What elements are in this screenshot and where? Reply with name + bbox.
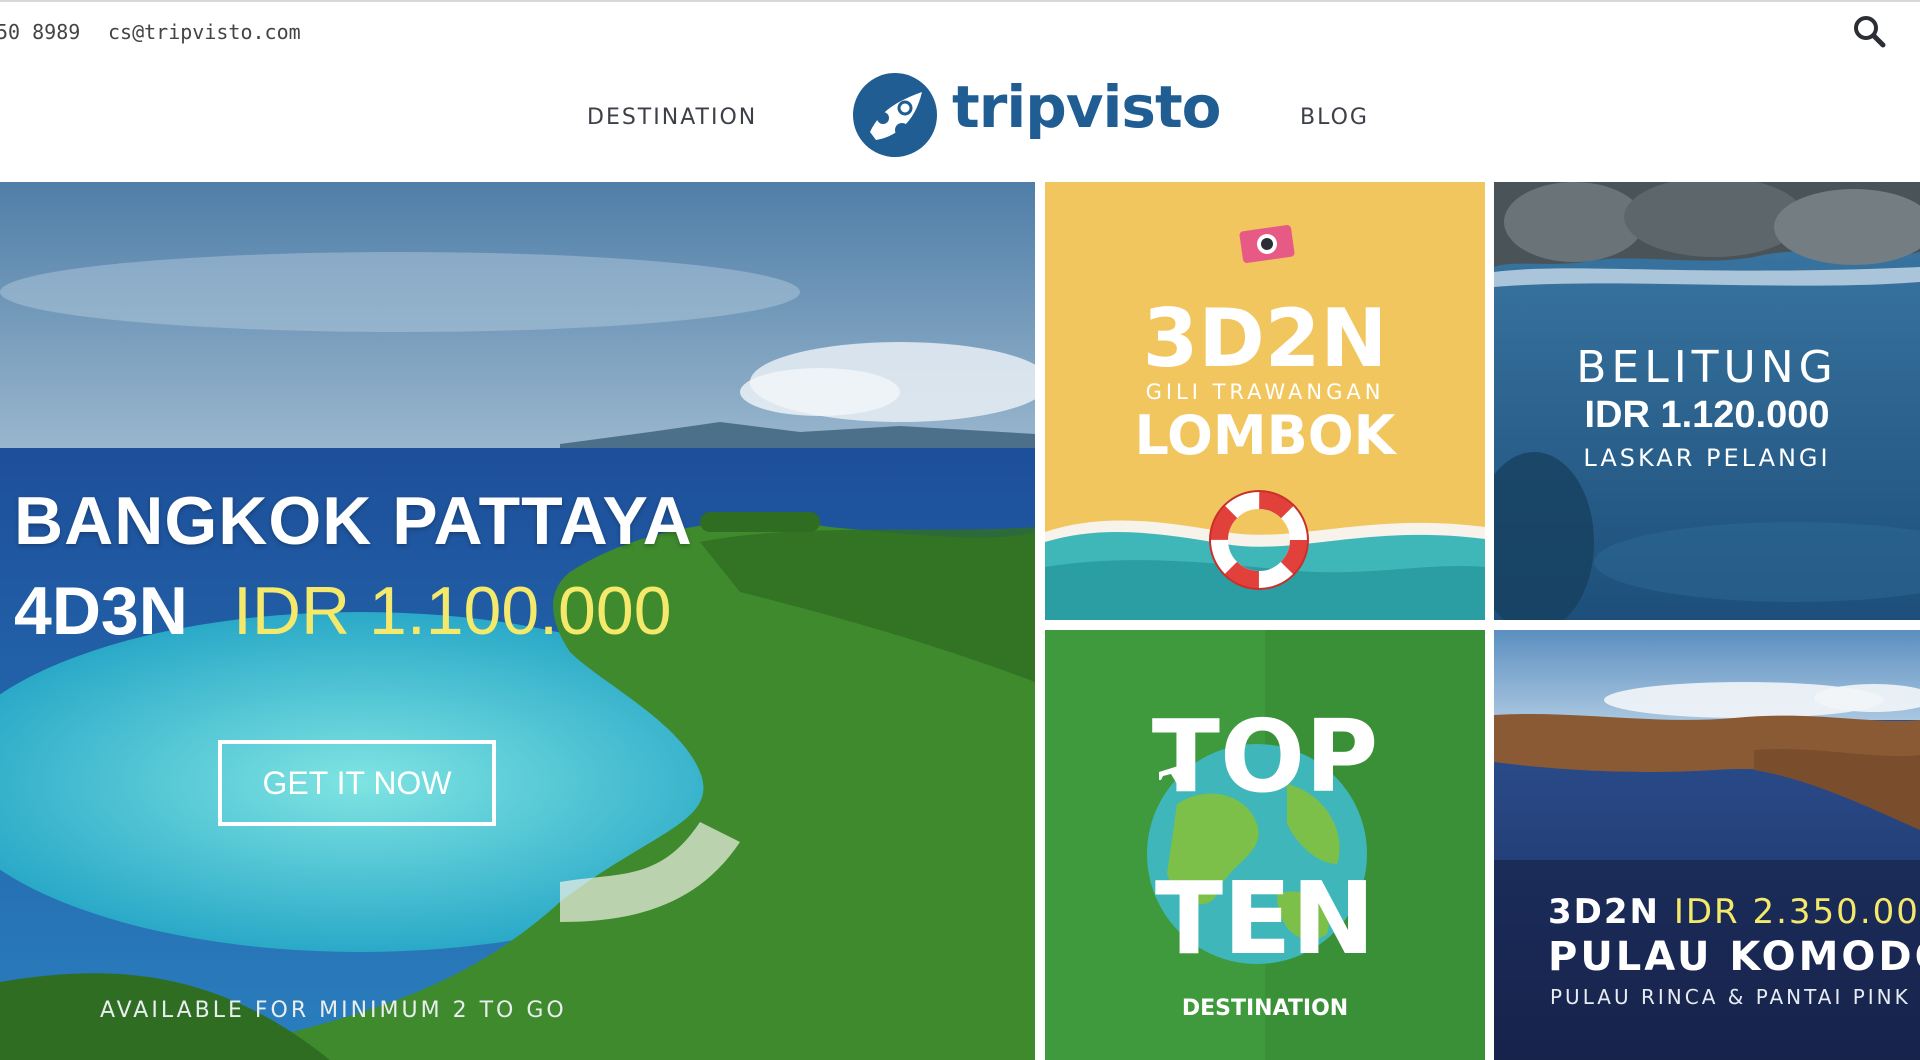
site-header: DESTINATION tripvisto BLOG bbox=[0, 60, 1920, 182]
bangkok-duration: 4D3N bbox=[14, 573, 188, 649]
get-it-now-button[interactable]: GET IT NOW bbox=[218, 740, 496, 826]
promo-tile-bangkok-pattaya[interactable]: BANGKOK PATTAYA 4D3N IDR 1.100.000 GET I… bbox=[0, 182, 1035, 1060]
camera-icon bbox=[1239, 225, 1295, 263]
nav-blog[interactable]: BLOG bbox=[1300, 105, 1369, 130]
belitung-name: BELITUNG bbox=[1576, 342, 1838, 393]
bangkok-price: IDR 1.100.000 bbox=[233, 573, 672, 649]
komodo-duration-price: 3D2N IDR 2.350.000 bbox=[1548, 892, 1920, 932]
lombok-duration: 3D2N bbox=[1142, 292, 1388, 385]
contact-email[interactable]: cs@tripvisto.com bbox=[108, 20, 301, 44]
bangkok-availability-note: AVAILABLE FOR MINIMUM 2 TO GO bbox=[100, 998, 567, 1023]
komodo-subtitle: PULAU RINCA & PANTAI PINK bbox=[1550, 985, 1911, 1009]
bangkok-title: BANGKOK PATTAYA bbox=[14, 483, 693, 559]
life-ring-icon bbox=[1209, 490, 1309, 590]
lombok-name: LOMBOK bbox=[1134, 404, 1396, 467]
contact-phone[interactable]: 50 8989 bbox=[0, 20, 80, 44]
lombok-subtitle: GILI TRAWANGAN bbox=[1145, 380, 1385, 404]
logo-text: tripvisto bbox=[952, 73, 1222, 141]
search-button[interactable] bbox=[1850, 12, 1890, 52]
promo-tile-lombok[interactable]: 3D2N GILI TRAWANGAN LOMBOK bbox=[1045, 182, 1485, 620]
top-bar: 50 8989 cs@tripvisto.com bbox=[0, 0, 1920, 60]
tripvisto-logo[interactable]: tripvisto bbox=[850, 65, 1222, 165]
top-ten-line1: TOP bbox=[1151, 698, 1379, 815]
top-ten-line2: TEN bbox=[1154, 860, 1376, 977]
search-icon bbox=[1854, 16, 1886, 48]
logo-mark-icon bbox=[853, 73, 937, 157]
top-ten-label: DESTINATION bbox=[1181, 996, 1349, 1021]
promo-tile-komodo[interactable]: 3D2N IDR 2.350.000 PULAU KOMODO PULAU RI… bbox=[1494, 630, 1920, 1060]
promo-tile-top-ten[interactable]: TOP TEN DESTINATION bbox=[1045, 630, 1485, 1060]
promo-tile-belitung[interactable]: BELITUNG IDR 1.120.000 LASKAR PELANGI bbox=[1494, 182, 1920, 620]
belitung-price: IDR 1.120.000 bbox=[1584, 394, 1830, 436]
komodo-name: PULAU KOMODO bbox=[1548, 934, 1920, 980]
belitung-subtitle: LASKAR PELANGI bbox=[1583, 444, 1831, 472]
komodo-price: IDR 2.350.000 bbox=[1673, 892, 1920, 932]
komodo-duration: 3D2N bbox=[1548, 892, 1660, 932]
nav-destination[interactable]: DESTINATION bbox=[587, 105, 757, 130]
